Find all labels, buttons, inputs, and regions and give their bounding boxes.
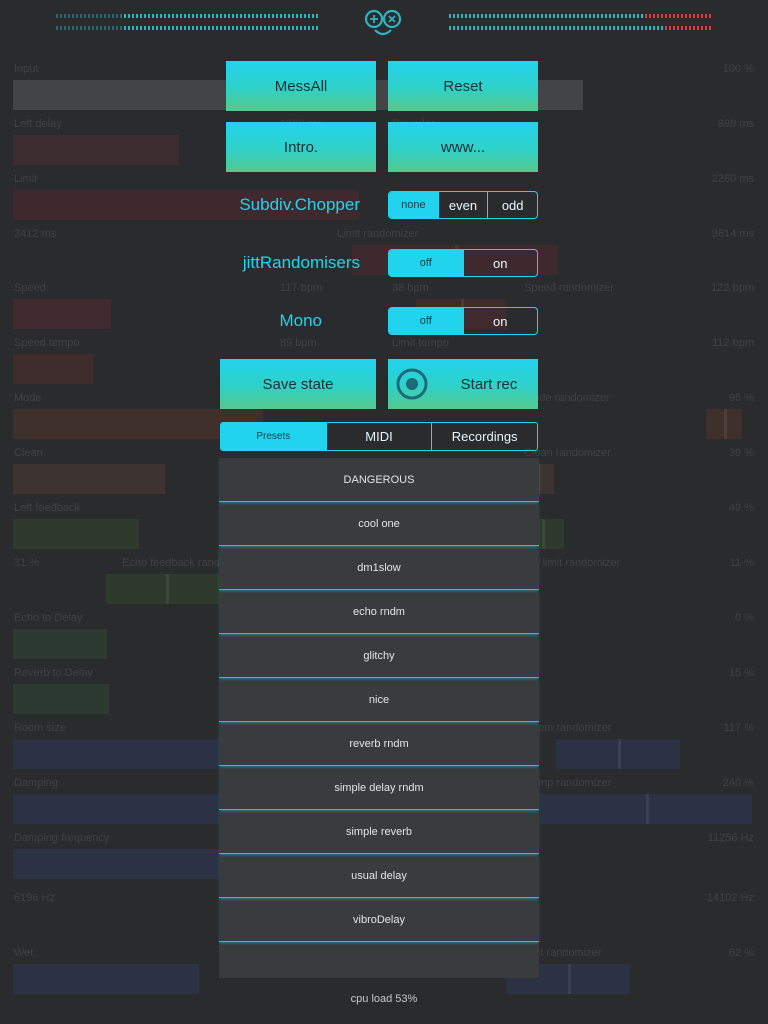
- param-value: 11256 Hz: [707, 832, 754, 844]
- intro-button[interactable]: Intro.: [226, 122, 376, 172]
- preset-item[interactable]: cool one: [219, 502, 539, 546]
- record-icon: [396, 368, 428, 400]
- jitt-option-off[interactable]: off: [389, 250, 463, 276]
- param-label: Wet: [14, 947, 34, 959]
- right-meter-peak-top: [645, 14, 711, 18]
- mono-label: Mono: [279, 311, 322, 330]
- param-slider[interactable]: [13, 794, 233, 824]
- param-label: Limit: [14, 173, 38, 185]
- param-value: 899 ms: [717, 118, 754, 130]
- param-randomizer-label: Speed randomizer: [524, 282, 614, 294]
- param-slider[interactable]: [13, 135, 179, 165]
- jitt-randomisers-label: jittRandomisers: [242, 253, 360, 272]
- param-slider[interactable]: [13, 964, 199, 994]
- param-slider[interactable]: [13, 739, 223, 769]
- param-label: Damping: [14, 777, 59, 789]
- save-state-button[interactable]: Save state: [220, 359, 376, 409]
- param-label: 31 %: [14, 557, 40, 569]
- glasses-logo-icon: [364, 9, 402, 36]
- start-rec-label: Start rec: [460, 375, 518, 393]
- param-label: Left feedback: [14, 502, 81, 514]
- param-value: 3614 ms: [711, 228, 754, 240]
- param-value: 15 %: [728, 667, 754, 679]
- slider-knob: [618, 739, 621, 769]
- preset-item[interactable]: DANGEROUS: [219, 458, 539, 502]
- param-value: 96 %: [728, 392, 754, 404]
- reset-button[interactable]: Reset: [388, 61, 538, 111]
- preset-item[interactable]: glitchy: [219, 634, 539, 678]
- param-label: Input: [14, 63, 39, 75]
- messall-button[interactable]: MessAll: [226, 61, 376, 111]
- param-slider[interactable]: [13, 299, 111, 329]
- slider-knob: [568, 964, 571, 994]
- param-label: Echo to Delay: [14, 612, 83, 624]
- param-slider[interactable]: [13, 464, 165, 494]
- subdiv-option-none[interactable]: none: [389, 192, 438, 218]
- param-center-label: 89 bpm: [280, 337, 317, 349]
- subdiv-option-odd[interactable]: odd: [487, 192, 537, 218]
- subdiv-option-even[interactable]: even: [437, 192, 488, 218]
- preset-item[interactable]: nice: [219, 678, 539, 722]
- param-label: Reverb to Delay: [14, 667, 93, 679]
- param-value: 39 %: [728, 447, 754, 459]
- cpu-load-status: cpu load 53%: [350, 993, 418, 1005]
- tab-midi[interactable]: MIDI: [325, 423, 432, 450]
- subdiv-chopper-label: Subdiv.Chopper: [239, 195, 360, 214]
- param-value: 0 %: [735, 612, 754, 624]
- jitt-option-on[interactable]: on: [462, 250, 538, 276]
- preset-item[interactable]: usual delay: [219, 854, 539, 898]
- tab-recordings[interactable]: Recordings: [431, 423, 537, 450]
- jitt-randomisers-toggle: off on: [388, 249, 538, 277]
- param-label: Room size: [14, 722, 66, 734]
- param-center-label: 117 bpm: [280, 282, 322, 294]
- preset-item[interactable]: dm1slow: [219, 546, 539, 590]
- param-value: 117 %: [723, 722, 754, 734]
- param-value: 112 bpm: [712, 337, 754, 349]
- preset-tabs: Presets MIDI Recordings: [220, 422, 538, 451]
- slider-knob: [646, 794, 649, 824]
- mono-option-on[interactable]: on: [462, 308, 538, 334]
- param-label: Speed tempo: [14, 337, 80, 349]
- slider-knob: [542, 519, 545, 549]
- param-label: 2412 ms: [14, 228, 57, 240]
- right-meter-peak-bottom: [665, 26, 711, 30]
- slider-knob: [166, 574, 169, 604]
- preset-item[interactable]: vibroDelay: [219, 898, 539, 942]
- param-value: 14102 Hz: [706, 892, 754, 904]
- param-value: 100 %: [722, 63, 754, 75]
- website-button[interactable]: www...: [388, 122, 538, 172]
- tab-presets[interactable]: Presets: [221, 423, 326, 450]
- subdiv-chopper-selector: none even odd: [388, 191, 538, 219]
- mono-toggle: off on: [388, 307, 538, 335]
- param-value: 122 bpm: [711, 282, 754, 294]
- param-slider[interactable]: [13, 629, 107, 659]
- param-label: Clean: [14, 447, 43, 459]
- param-slider[interactable]: [13, 354, 93, 384]
- param-label: Speed: [14, 282, 46, 294]
- param-label: 6196 Hz: [14, 892, 55, 904]
- param-label: Damping frequency: [14, 832, 110, 844]
- param-value: 11 %: [729, 557, 754, 569]
- preset-list: DANGEROUS cool one dm1slow echo rndm gli…: [219, 458, 539, 978]
- param-value: 62 %: [728, 947, 754, 959]
- param-slider[interactable]: [13, 684, 109, 714]
- left-meter-peak: [56, 14, 122, 30]
- slider-knob: [724, 409, 727, 439]
- preset-item[interactable]: simple reverb: [219, 810, 539, 854]
- start-rec-button[interactable]: Start rec: [388, 359, 538, 409]
- param-value: 49 %: [728, 502, 754, 514]
- preset-item[interactable]: reverb rndm: [219, 722, 539, 766]
- param-center-label: Limit randomizer: [337, 228, 419, 240]
- param-center-right-label: 38 bpm: [392, 282, 429, 294]
- param-value: 2260 ms: [711, 173, 754, 185]
- param-value: 240 %: [722, 777, 754, 789]
- preset-item[interactable]: echo rndm: [219, 590, 539, 634]
- mono-option-off[interactable]: off: [389, 308, 463, 334]
- preset-item[interactable]: simple delay rndm: [219, 766, 539, 810]
- param-center-right-label: Limit tempo: [392, 337, 449, 349]
- param-slider[interactable]: [13, 849, 223, 879]
- param-label: Mode: [14, 392, 42, 404]
- param-label: Left delay: [14, 118, 62, 130]
- param-slider[interactable]: [13, 519, 139, 549]
